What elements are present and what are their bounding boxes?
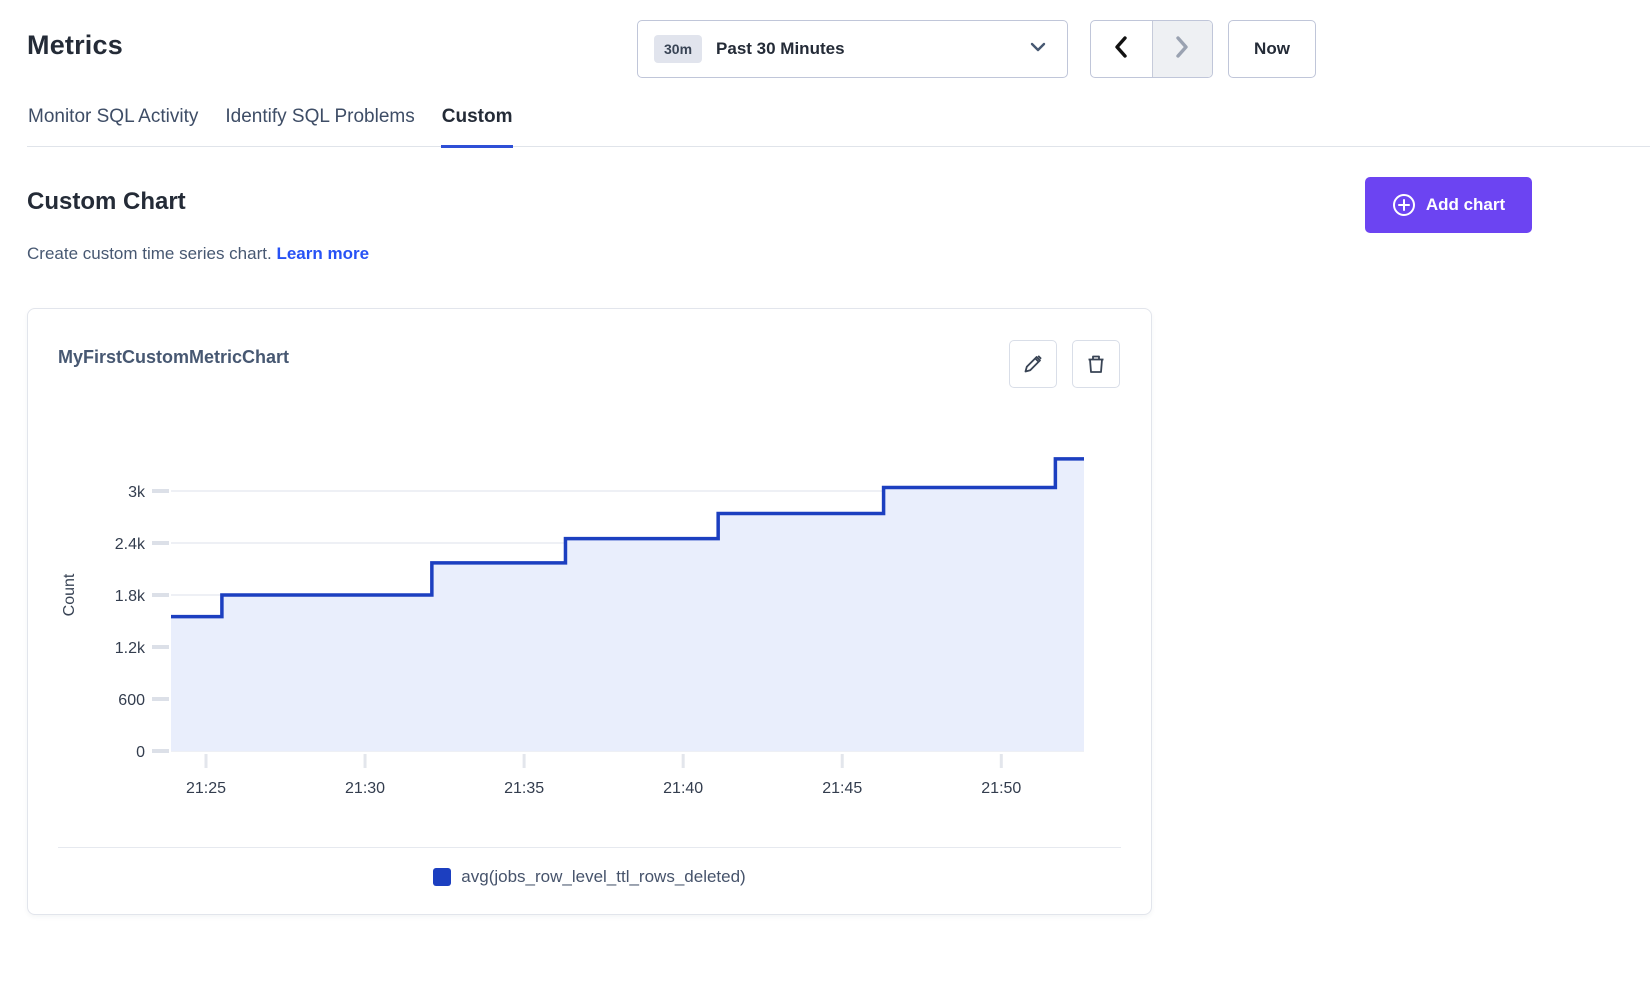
time-range-badge: 30m	[654, 35, 702, 63]
pencil-icon	[1022, 353, 1044, 375]
svg-text:2.4k: 2.4k	[115, 536, 146, 553]
section-description: Create custom time series chart. Learn m…	[27, 244, 369, 264]
svg-text:3k: 3k	[128, 484, 146, 501]
tab-monitor-sql-activity[interactable]: Monitor SQL Activity	[27, 102, 199, 148]
add-chart-label: Add chart	[1426, 195, 1505, 215]
custom-chart-card: MyFirstCustomMetricChart 0 600 1.2k 1.8k 2.4…	[27, 308, 1152, 915]
section-description-text: Create custom time series chart.	[27, 244, 272, 263]
svg-text:21:45: 21:45	[822, 780, 862, 797]
tab-identify-sql-problems[interactable]: Identify SQL Problems	[224, 102, 415, 148]
metrics-tabs: Monitor SQL Activity Identify SQL Proble…	[27, 102, 1650, 147]
chart-legend: avg(jobs_row_level_ttl_rows_deleted)	[28, 867, 1151, 887]
time-range-label: Past 30 Minutes	[716, 39, 1029, 59]
learn-more-link[interactable]: Learn more	[276, 244, 369, 263]
legend-swatch	[433, 868, 451, 886]
svg-text:21:50: 21:50	[981, 780, 1021, 797]
svg-text:21:40: 21:40	[663, 780, 703, 797]
chevron-right-icon	[1174, 35, 1190, 64]
time-step-controls	[1090, 20, 1213, 78]
svg-text:1.2k: 1.2k	[115, 640, 146, 657]
delete-chart-button[interactable]	[1072, 340, 1120, 388]
plus-circle-icon	[1392, 193, 1416, 217]
svg-text:21:30: 21:30	[345, 780, 385, 797]
chevron-down-icon	[1029, 40, 1047, 58]
legend-divider	[58, 847, 1121, 848]
next-time-button[interactable]	[1152, 21, 1213, 77]
page-title: Metrics	[27, 30, 123, 61]
time-range-dropdown[interactable]: 30m Past 30 Minutes	[637, 20, 1068, 78]
chart-title: MyFirstCustomMetricChart	[58, 347, 289, 368]
timeseries-chart[interactable]: 0 600 1.2k 1.8k 2.4k 3k 21:25 21:30 21:35 21:40 21…	[28, 409, 1153, 809]
tab-custom[interactable]: Custom	[441, 102, 514, 148]
svg-text:Count: Count	[61, 573, 78, 616]
svg-text:600: 600	[118, 692, 145, 709]
section-title: Custom Chart	[27, 188, 186, 216]
trash-icon	[1085, 353, 1107, 375]
svg-text:1.8k: 1.8k	[115, 588, 146, 605]
add-chart-button[interactable]: Add chart	[1365, 177, 1532, 233]
svg-text:0: 0	[136, 744, 145, 761]
metrics-page: Metrics 30m Past 30 Minutes Now Monitor …	[0, 0, 1650, 982]
legend-series-label: avg(jobs_row_level_ttl_rows_deleted)	[461, 867, 745, 887]
now-button[interactable]: Now	[1228, 20, 1316, 78]
svg-text:21:25: 21:25	[186, 780, 226, 797]
svg-text:21:35: 21:35	[504, 780, 544, 797]
chevron-left-icon	[1113, 35, 1129, 64]
edit-chart-button[interactable]	[1009, 340, 1057, 388]
previous-time-button[interactable]	[1091, 21, 1152, 77]
